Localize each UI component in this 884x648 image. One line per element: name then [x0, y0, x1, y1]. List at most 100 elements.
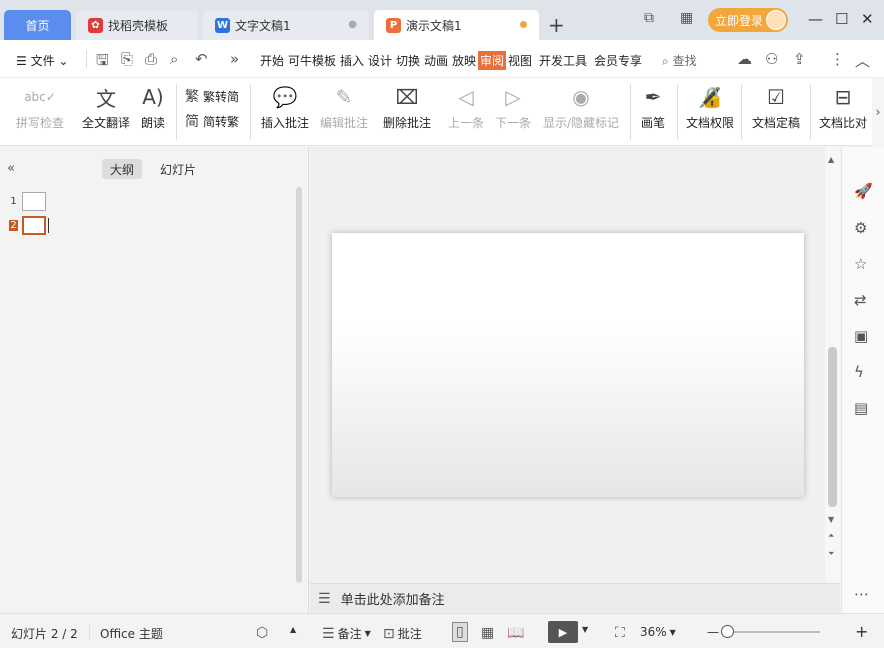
cloud-sync-icon[interactable]: ☁	[737, 50, 752, 68]
zoom-slider[interactable]	[728, 631, 820, 633]
close-icon[interactable]: ●	[348, 19, 357, 30]
more-options-icon[interactable]: ⋮	[830, 50, 845, 68]
simp-to-trad-button[interactable]: 简 简转繁	[185, 111, 239, 131]
slide-thumbnail-2[interactable]: 2	[9, 216, 49, 235]
read-aloud-button[interactable]: A) 朗读	[139, 78, 167, 146]
spell-check-button[interactable]: abc✓ 拼写检查	[10, 78, 70, 146]
slide-editor-canvas[interactable]	[310, 147, 840, 583]
scroll-thumb[interactable]	[828, 347, 837, 507]
image-icon[interactable]: ▣	[854, 327, 868, 345]
menu-review[interactable]: 审阅	[478, 51, 507, 70]
delete-comment-icon: ⌧	[395, 85, 419, 109]
login-button[interactable]: 立即登录	[708, 8, 788, 32]
tab-outline[interactable]: 大纲	[102, 159, 143, 179]
slide-switch-icon[interactable]: ⇄	[854, 291, 867, 309]
settings-sliders-icon[interactable]: ⚙	[854, 219, 867, 237]
current-slide[interactable]	[332, 233, 804, 497]
new-tab-button[interactable]: +	[548, 13, 565, 37]
reading-view-button[interactable]: 📖	[507, 625, 527, 641]
pen-button[interactable]: ✒ 画笔	[638, 78, 668, 146]
search-box[interactable]: ⌕ 查找	[662, 52, 697, 69]
menu-transition[interactable]: 切换	[396, 52, 420, 69]
show-hide-markup-button[interactable]: ◉ 显示/隐藏标记	[541, 78, 621, 146]
workspace-icon[interactable]: ⧉	[644, 10, 654, 26]
reading-icon[interactable]: ▤	[854, 399, 868, 417]
next-comment-button[interactable]: ▷ 下一条	[493, 78, 533, 146]
play-slideshow-button[interactable]: ▶	[548, 621, 578, 643]
panel-scrollbar[interactable]	[296, 187, 302, 583]
translate-label: 全文翻译	[81, 116, 130, 130]
comments-toggle-button[interactable]: ⊡ 批注	[383, 625, 422, 642]
collapse-panel-icon[interactable]: «	[7, 161, 15, 176]
tab-presentation[interactable]: P 演示文稿1	[374, 10, 539, 40]
menu-design[interactable]: 设计	[368, 52, 392, 69]
menu-view[interactable]: 视图	[508, 52, 532, 69]
notes-label: 备注	[337, 627, 362, 641]
delete-comment-button[interactable]: ⌧ 删除批注	[377, 78, 437, 146]
tab-label: 文字文稿1	[235, 18, 291, 33]
file-menu[interactable]: ☰ 文件 ⌄	[16, 52, 68, 69]
menu-insert[interactable]: 插入	[340, 52, 364, 69]
rocket-icon[interactable]: 🚀	[854, 182, 873, 200]
theme-name[interactable]: Office 主题	[100, 625, 163, 642]
menu-templates[interactable]: 可牛模板	[288, 52, 336, 69]
tab-writer-doc[interactable]: W 文字文稿1 ●	[203, 10, 369, 40]
edit-comment-button[interactable]: ✎ 编辑批注	[318, 78, 370, 146]
print-icon[interactable]: ⎙	[145, 50, 157, 68]
trad-to-simp-button[interactable]: 繁 繁转简	[185, 86, 239, 106]
more-chevron-icon[interactable]: »	[230, 50, 239, 68]
star-icon[interactable]: ☆	[854, 255, 867, 273]
print-preview-icon[interactable]: ⌕	[170, 50, 178, 68]
more-icon[interactable]: ⋯	[854, 585, 869, 603]
expand-up-icon[interactable]: ▲	[290, 625, 296, 634]
fit-to-window-icon[interactable]: ⛶	[615, 625, 628, 641]
menu-member[interactable]: 会员专享	[594, 52, 642, 69]
collapse-ribbon-icon[interactable]: ︿	[855, 50, 870, 71]
slide-preview	[22, 192, 46, 211]
close-window-icon[interactable]: ✕	[861, 10, 874, 28]
translate-button[interactable]: 文 全文翻译	[80, 78, 132, 146]
unsaved-dot-icon[interactable]	[520, 21, 527, 28]
zoom-in-button[interactable]: +	[855, 622, 868, 641]
minimize-icon[interactable]: —	[808, 10, 823, 28]
previous-slide-icon[interactable]: ⏶	[828, 531, 834, 541]
zoom-out-button[interactable]: —	[707, 625, 719, 639]
apps-grid-icon[interactable]: ▦	[680, 10, 693, 26]
lightning-icon[interactable]: ϟ	[854, 363, 864, 381]
delete-comment-label: 删除批注	[382, 116, 431, 130]
collaborate-icon[interactable]: ⚇	[765, 50, 778, 68]
save-icon[interactable]: 🖫	[96, 50, 109, 75]
menu-start[interactable]: 开始	[260, 52, 284, 69]
status-bar: 幻灯片 2 / 2 Office 主题 ⬡ ▲ ☰ 备注 ▼ ⊡ 批注 ▯ ▦ …	[0, 613, 884, 648]
undo-icon[interactable]: ↶	[195, 50, 208, 68]
insert-comment-button[interactable]: 💬 插入批注	[259, 78, 311, 146]
tab-slides[interactable]: 幻灯片	[152, 159, 204, 179]
scroll-down-icon[interactable]: ▼	[828, 515, 834, 524]
zoom-slider-handle[interactable]	[721, 625, 734, 638]
notes-area[interactable]: ☰ 单击此处添加备注	[310, 583, 840, 613]
canvas-scrollbar[interactable]: ▲ ▼ ⏶ ⏷	[825, 147, 840, 583]
compare-document-button[interactable]: ⊟ 文档比对	[818, 78, 868, 146]
scroll-up-icon[interactable]: ▲	[828, 155, 834, 164]
menu-animation[interactable]: 动画	[424, 52, 448, 69]
previous-comment-button[interactable]: ◁ 上一条	[446, 78, 486, 146]
share-icon[interactable]: ⇪	[793, 50, 806, 68]
notes-toggle-button[interactable]: ☰ 备注 ▼	[322, 625, 371, 642]
document-permission-button[interactable]: 🔏 文档权限	[685, 78, 735, 146]
slide-sorter-button[interactable]: ▦	[481, 625, 497, 641]
normal-view-button[interactable]: ▯	[452, 622, 468, 642]
slide-thumbnail-1[interactable]: 1	[9, 192, 46, 211]
zoom-level[interactable]: 36% ▼	[640, 625, 676, 639]
tab-home[interactable]: 首页	[4, 10, 71, 40]
export-pdf-icon[interactable]: ⎘	[121, 50, 133, 68]
next-slide-icon[interactable]: ⏷	[828, 549, 834, 559]
finalize-document-button[interactable]: ☑ 文档定稿	[747, 78, 805, 146]
play-options-chevron-icon[interactable]: ▼	[582, 625, 588, 634]
ribbon-scroll-right-icon[interactable]: ›	[872, 78, 884, 146]
menu-developer[interactable]: 开发工具	[539, 52, 587, 69]
maximize-icon[interactable]: ☐	[835, 10, 848, 28]
tab-template[interactable]: ✿ 找稻壳模板	[76, 10, 198, 40]
file-label: 文件	[30, 54, 55, 68]
package-icon[interactable]: ⬡	[256, 625, 271, 641]
menu-slideshow[interactable]: 放映	[452, 52, 476, 69]
